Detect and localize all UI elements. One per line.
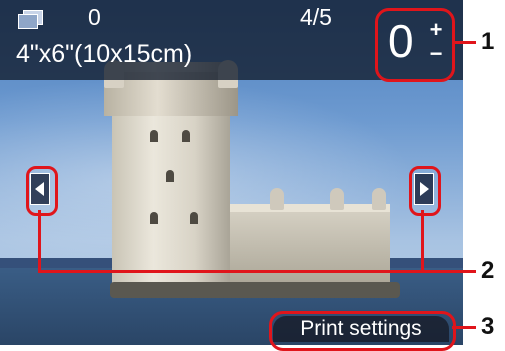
callout-box-scroll-left (26, 166, 58, 216)
photos-icon (18, 10, 43, 29)
tower-window (150, 212, 158, 224)
callout-box-copies (375, 8, 455, 82)
callout-box-print-settings (269, 311, 456, 351)
callout-number-1: 1 (481, 28, 495, 55)
callout-box-scroll-right (409, 166, 441, 216)
total-copies-count: 0 (88, 4, 101, 30)
bastion-turret (270, 188, 284, 210)
callout-leader-3 (452, 326, 476, 329)
rocks (110, 282, 400, 298)
tower-window (182, 130, 190, 142)
callout-number-2: 2 (481, 257, 495, 284)
paper-size-label: 4"x6"(10x15cm) (16, 40, 193, 68)
tower-window (190, 212, 198, 224)
callout-leader-2-left (38, 210, 41, 272)
callout-leader-1 (452, 41, 476, 44)
page-indicator: 4/5 (300, 4, 332, 30)
tower-window (166, 170, 174, 182)
callout-leader-2 (38, 270, 476, 273)
tower-window (150, 130, 158, 142)
bastion-turret (330, 188, 344, 210)
callout-number-3: 3 (481, 313, 495, 340)
callout-leader-2-right (421, 210, 424, 272)
bastion-turret (372, 188, 386, 210)
